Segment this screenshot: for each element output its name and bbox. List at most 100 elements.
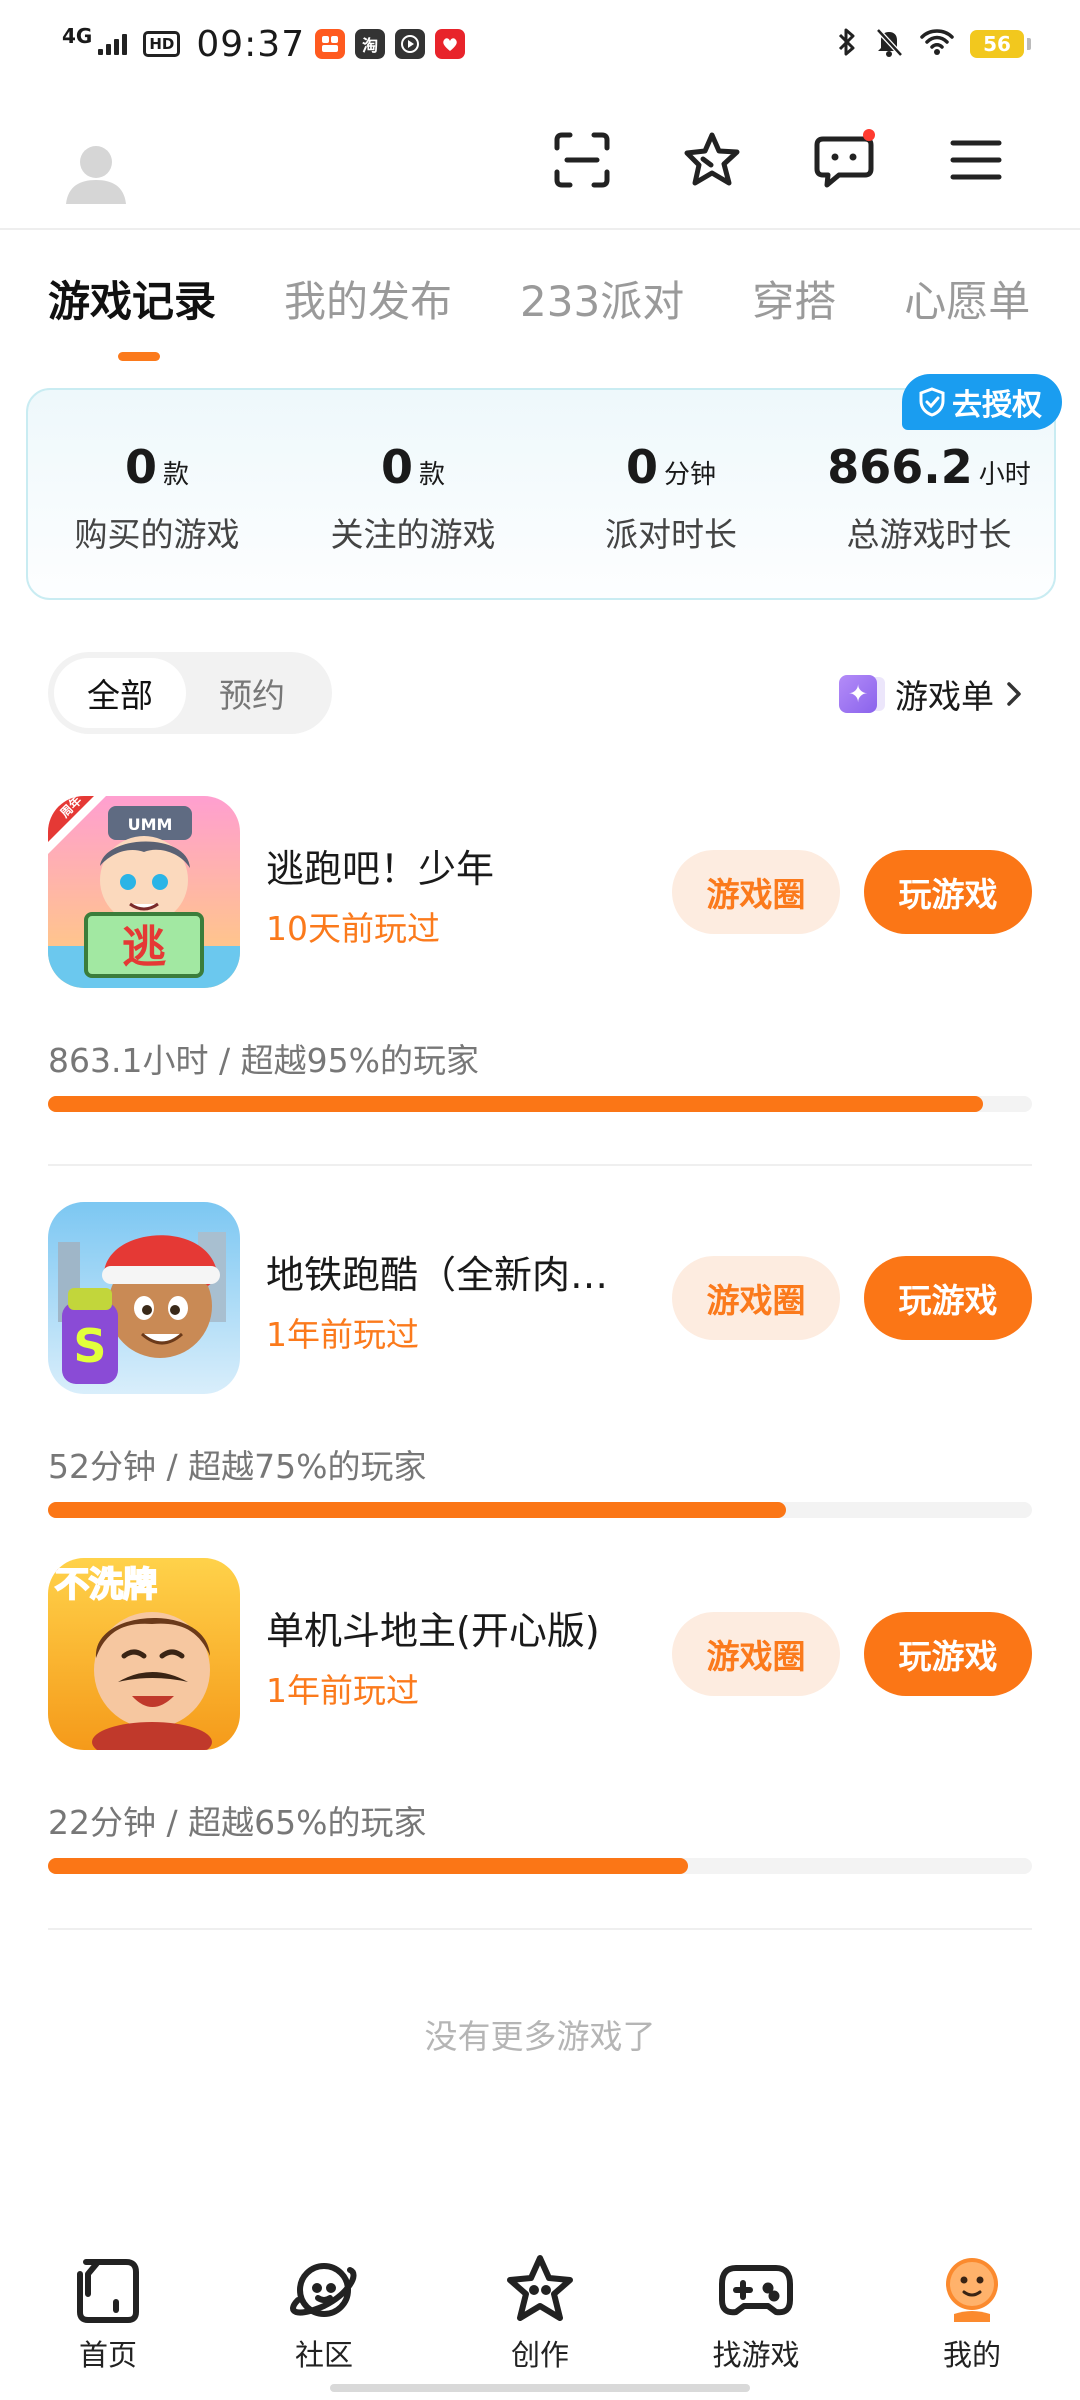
stat-separator: / [218, 1041, 231, 1080]
create-star-icon [507, 2255, 573, 2321]
stat-value: 0 [124, 440, 157, 494]
stats-card: 去授权 0款 购买的游戏 0款 关注的游戏 0 分钟 派对时长 866.2 小时 总… [26, 374, 1062, 600]
sparkle-icon: ✦ [839, 675, 877, 713]
stat-unit: 小时 [978, 460, 1031, 490]
stat-label: 总游戏时长 [846, 515, 1012, 554]
hd-badge: HD [143, 31, 181, 57]
stat-party-time[interactable]: 0 分钟 派对时长 [542, 440, 800, 556]
divider [48, 1164, 1032, 1166]
game-title: 逃跑吧！少年 [266, 847, 495, 891]
nav-label: 社区 [294, 2338, 353, 2372]
battery-icon: 56 [970, 30, 1031, 58]
mute-bell-icon [874, 27, 904, 61]
stat-unit: 分钟 [664, 460, 717, 490]
active-tab-indicator [118, 352, 160, 361]
game-title: 地铁跑酷（全新肉… [266, 1253, 609, 1297]
play-progress-bar [48, 1858, 1032, 1874]
home-indicator [330, 2384, 750, 2392]
video-app-icon [395, 29, 426, 59]
menu-icon[interactable] [936, 120, 1016, 200]
game-icon-doudizhu[interactable]: 不洗牌 [48, 1558, 240, 1750]
stat-total-play-time[interactable]: 866.2 小时 总游戏时长 [800, 440, 1058, 556]
chevron-right-icon [1007, 682, 1021, 706]
authorize-label: 去授权 [952, 388, 1042, 423]
nav-mine[interactable]: 我的 [864, 2230, 1080, 2400]
scan-icon[interactable] [542, 120, 622, 200]
play-time: 52分钟 [48, 1447, 156, 1486]
play-progress-bar [48, 1096, 1032, 1112]
authorize-button[interactable]: 去授权 [902, 374, 1062, 430]
network-type: 4G [62, 24, 93, 48]
red-app-icon [435, 29, 466, 59]
play-time: 22分钟 [48, 1803, 156, 1842]
status-time: 09:37 [196, 23, 306, 65]
stat-unit: 款 [419, 460, 446, 490]
play-progress-fill [48, 1858, 688, 1874]
stat-value: 866.2 [827, 440, 973, 494]
nav-label: 找游戏 [712, 2338, 800, 2372]
shield-check-icon [919, 387, 945, 417]
play-rank: 超越65%的玩家 [188, 1803, 427, 1842]
play-rank: 超越95%的玩家 [240, 1041, 479, 1080]
game-play-stat: 52分钟 / 超越75%的玩家 [48, 1440, 426, 1488]
avatar[interactable] [62, 138, 130, 206]
stat-bought-games[interactable]: 0款 购买的游戏 [28, 440, 286, 556]
nav-community[interactable]: 社区 [216, 2230, 432, 2400]
svg-text:UMM: UMM [128, 815, 173, 834]
stat-value: 0 [625, 440, 658, 494]
stat-followed-games[interactable]: 0款 关注的游戏 [284, 440, 542, 556]
signal-icon [98, 33, 128, 55]
profile-mascot-icon [946, 2258, 998, 2322]
game-title: 单机斗地主(开心版) [266, 1609, 600, 1653]
status-bar: 4G HD 09:37 淘 56 [0, 0, 1080, 88]
nav-label: 创作 [510, 2338, 569, 2372]
game-play-stat: 863.1小时 / 超越95%的玩家 [48, 1034, 479, 1082]
game-icon-escape[interactable]: UMM 逃 周年 [48, 796, 240, 988]
stat-value: 0 [380, 440, 413, 494]
game-circle-button[interactable]: 游戏圈 [672, 1612, 840, 1696]
tab-outfit[interactable]: 穿搭 [752, 268, 836, 329]
bottom-nav: 首页 社区 创作 找游戏 我的 [0, 2230, 1080, 2400]
game-circle-button[interactable]: 游戏圈 [672, 1256, 840, 1340]
no-more-games-text: 没有更多游戏了 [424, 2017, 656, 2056]
game-circle-button[interactable]: 游戏圈 [672, 850, 840, 934]
tab-game-record[interactable]: 游戏记录 [48, 268, 216, 329]
filter-reserve[interactable]: 预约 [186, 658, 318, 728]
star-magic-icon[interactable] [672, 120, 752, 200]
filter-segment: 全部 预约 [48, 652, 332, 734]
nav-find-games[interactable]: 找游戏 [648, 2230, 864, 2400]
play-progress-fill [48, 1502, 786, 1518]
nav-create[interactable]: 创作 [432, 2230, 648, 2400]
game-list-link[interactable]: ✦ 游戏单 [839, 670, 1024, 718]
taobao-app-icon: 淘 [355, 29, 386, 59]
tab-wishlist[interactable]: 心愿单 [904, 268, 1030, 329]
nav-label: 首页 [78, 2338, 137, 2372]
game-last-played: 1年前玩过 [266, 1315, 419, 1354]
bluetooth-icon [836, 27, 858, 61]
icon-badge-text: S [73, 1319, 106, 1373]
game-last-played: 10天前玩过 [266, 909, 440, 948]
nav-home[interactable]: 首页 [0, 2230, 216, 2400]
game-icon-subway-surfers[interactable]: S [48, 1202, 240, 1394]
stat-label: 关注的游戏 [330, 515, 496, 554]
top-header [0, 88, 1080, 230]
play-progress-fill [48, 1096, 983, 1112]
divider [48, 1928, 1032, 1930]
tab-233-party[interactable]: 233派对 [520, 268, 684, 329]
play-game-button[interactable]: 玩游戏 [864, 1256, 1032, 1340]
play-time: 863.1小时 [48, 1041, 209, 1080]
icon-badge-text: 不洗牌 [55, 1565, 157, 1605]
play-progress-bar [48, 1502, 1032, 1518]
game-last-played: 1年前玩过 [266, 1671, 419, 1710]
message-icon[interactable] [806, 120, 886, 200]
taobao-red-app-icon [315, 29, 346, 59]
icon-badge-text: 逃 [122, 922, 166, 973]
community-planet-icon [290, 2263, 357, 2317]
filter-all[interactable]: 全部 [54, 658, 186, 728]
play-game-button[interactable]: 玩游戏 [864, 1612, 1032, 1696]
home-icon [77, 2259, 139, 2323]
tab-my-posts[interactable]: 我的发布 [284, 268, 452, 329]
play-game-button[interactable]: 玩游戏 [864, 850, 1032, 934]
wifi-icon [920, 28, 954, 60]
nav-label: 我的 [942, 2338, 1001, 2372]
